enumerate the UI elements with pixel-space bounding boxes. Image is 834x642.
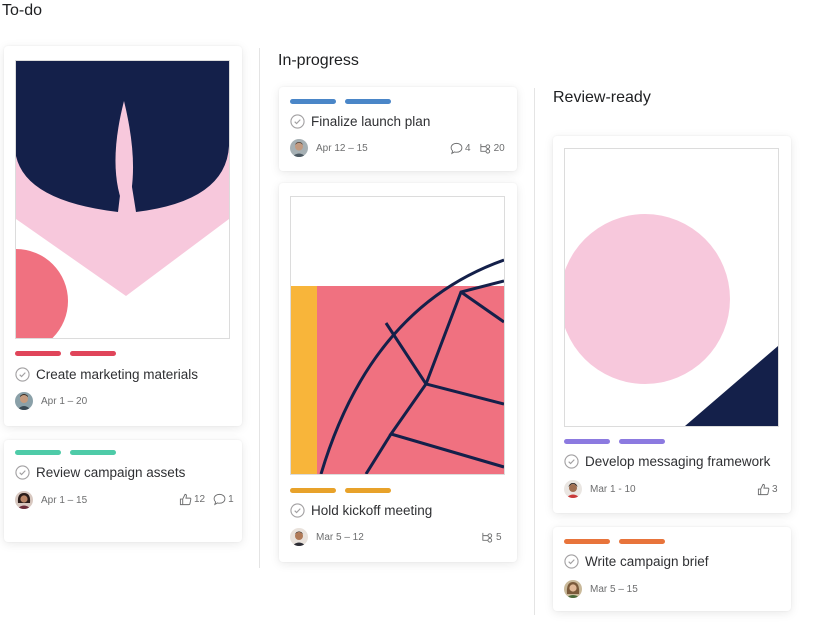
due-dates: Mar 5 – 12 bbox=[316, 531, 364, 543]
task-title-row: Hold kickoff meeting bbox=[290, 503, 432, 518]
likes-stat[interactable]: 3 bbox=[757, 483, 778, 496]
due-dates: Apr 1 – 20 bbox=[41, 395, 88, 407]
task-title-row: Write campaign brief bbox=[564, 554, 709, 569]
comments-count: 1 bbox=[228, 494, 234, 505]
card-cover-image bbox=[564, 148, 779, 427]
column-divider bbox=[259, 48, 260, 568]
task-title[interactable]: Develop messaging framework bbox=[585, 454, 770, 469]
avatar[interactable] bbox=[564, 480, 582, 498]
subtasks-count: 5 bbox=[496, 532, 502, 543]
task-title[interactable]: Finalize launch plan bbox=[311, 114, 430, 129]
task-meta: Apr 1 – 15 bbox=[15, 491, 87, 509]
due-dates: Apr 1 – 15 bbox=[41, 494, 88, 506]
task-stats: 5 bbox=[481, 531, 502, 544]
thumbs-up-icon bbox=[757, 483, 770, 496]
tag[interactable] bbox=[619, 539, 665, 544]
comments-stat[interactable]: 4 bbox=[450, 142, 471, 155]
tag[interactable] bbox=[619, 439, 665, 444]
tag-row bbox=[564, 439, 665, 444]
tag[interactable] bbox=[15, 450, 61, 455]
avatar[interactable] bbox=[15, 491, 33, 509]
task-meta: Mar 5 – 15 bbox=[564, 580, 638, 598]
tag-row bbox=[290, 488, 391, 493]
task-card-write-campaign-brief[interactable]: Write campaign brief Mar 5 – 15 bbox=[553, 527, 791, 611]
subtasks-stat[interactable]: 5 bbox=[481, 531, 502, 544]
task-title-row: Create marketing materials bbox=[15, 367, 198, 382]
avatar[interactable] bbox=[290, 139, 308, 157]
check-circle-icon[interactable] bbox=[290, 114, 305, 129]
comments-count: 4 bbox=[465, 143, 471, 154]
task-meta: Mar 5 – 12 bbox=[290, 528, 364, 546]
tag[interactable] bbox=[70, 351, 116, 356]
due-dates: Apr 12 – 15 bbox=[316, 142, 368, 154]
card-cover-image bbox=[290, 196, 505, 475]
column-divider bbox=[534, 88, 535, 615]
tag[interactable] bbox=[564, 439, 610, 444]
task-title-row: Review campaign assets bbox=[15, 465, 185, 480]
task-title[interactable]: Create marketing materials bbox=[36, 367, 198, 382]
task-title-row: Finalize launch plan bbox=[290, 114, 430, 129]
task-stats: 12 1 bbox=[179, 493, 234, 506]
tag[interactable] bbox=[70, 450, 116, 455]
tag[interactable] bbox=[290, 488, 336, 493]
tag[interactable] bbox=[15, 351, 61, 356]
subtask-icon bbox=[479, 143, 490, 154]
tag[interactable] bbox=[564, 539, 610, 544]
tag-row bbox=[290, 99, 391, 104]
subtask-icon bbox=[482, 532, 493, 543]
tag[interactable] bbox=[345, 488, 391, 493]
avatar[interactable] bbox=[15, 392, 33, 410]
check-circle-icon[interactable] bbox=[15, 367, 30, 382]
task-card-finalize-launch-plan[interactable]: Finalize launch plan Apr 12 – 15 4 20 bbox=[279, 87, 517, 171]
task-title-row: Develop messaging framework bbox=[564, 454, 770, 469]
subtasks-count: 20 bbox=[493, 143, 505, 154]
task-stats: 4 20 bbox=[450, 142, 505, 155]
tag[interactable] bbox=[345, 99, 391, 104]
likes-count: 12 bbox=[194, 494, 206, 505]
avatar[interactable] bbox=[564, 580, 582, 598]
task-title[interactable]: Hold kickoff meeting bbox=[311, 503, 432, 518]
task-title[interactable]: Review campaign assets bbox=[36, 465, 185, 480]
subtasks-stat[interactable]: 20 bbox=[479, 142, 505, 155]
check-circle-icon[interactable] bbox=[564, 454, 579, 469]
check-circle-icon[interactable] bbox=[15, 465, 30, 480]
column-title-in-progress: In-progress bbox=[278, 52, 359, 69]
comment-icon bbox=[450, 142, 463, 155]
thumbs-up-icon bbox=[179, 493, 192, 506]
task-meta: Apr 1 – 20 bbox=[15, 392, 87, 410]
task-card-review-campaign-assets[interactable]: Review campaign assets Apr 1 – 15 12 1 bbox=[4, 440, 242, 542]
task-meta: Mar 1 - 10 bbox=[564, 480, 636, 498]
task-card-hold-kickoff-meeting[interactable]: Hold kickoff meeting Mar 5 – 12 5 bbox=[279, 183, 517, 562]
due-dates: Mar 1 - 10 bbox=[590, 483, 636, 495]
comment-icon bbox=[213, 493, 226, 506]
tag-row bbox=[15, 450, 116, 455]
check-circle-icon[interactable] bbox=[564, 554, 579, 569]
task-card-develop-messaging-framework[interactable]: Develop messaging framework Mar 1 - 10 3 bbox=[553, 136, 791, 513]
tag-row bbox=[15, 351, 116, 356]
task-meta: Apr 12 – 15 bbox=[290, 139, 368, 157]
likes-stat[interactable]: 12 bbox=[179, 493, 205, 506]
tag-row bbox=[564, 539, 665, 544]
card-cover-image bbox=[15, 60, 230, 339]
column-title-todo: To-do bbox=[2, 2, 43, 19]
check-circle-icon[interactable] bbox=[290, 503, 305, 518]
tag[interactable] bbox=[290, 99, 336, 104]
task-title[interactable]: Write campaign brief bbox=[585, 554, 709, 569]
likes-count: 3 bbox=[772, 484, 778, 495]
comments-stat[interactable]: 1 bbox=[213, 493, 234, 506]
due-dates: Mar 5 – 15 bbox=[590, 583, 638, 595]
column-title-review-ready: Review-ready bbox=[553, 89, 651, 106]
task-stats: 3 bbox=[757, 483, 778, 496]
task-card-create-marketing-materials[interactable]: Create marketing materials Apr 1 – 20 bbox=[4, 46, 242, 426]
avatar[interactable] bbox=[290, 528, 308, 546]
